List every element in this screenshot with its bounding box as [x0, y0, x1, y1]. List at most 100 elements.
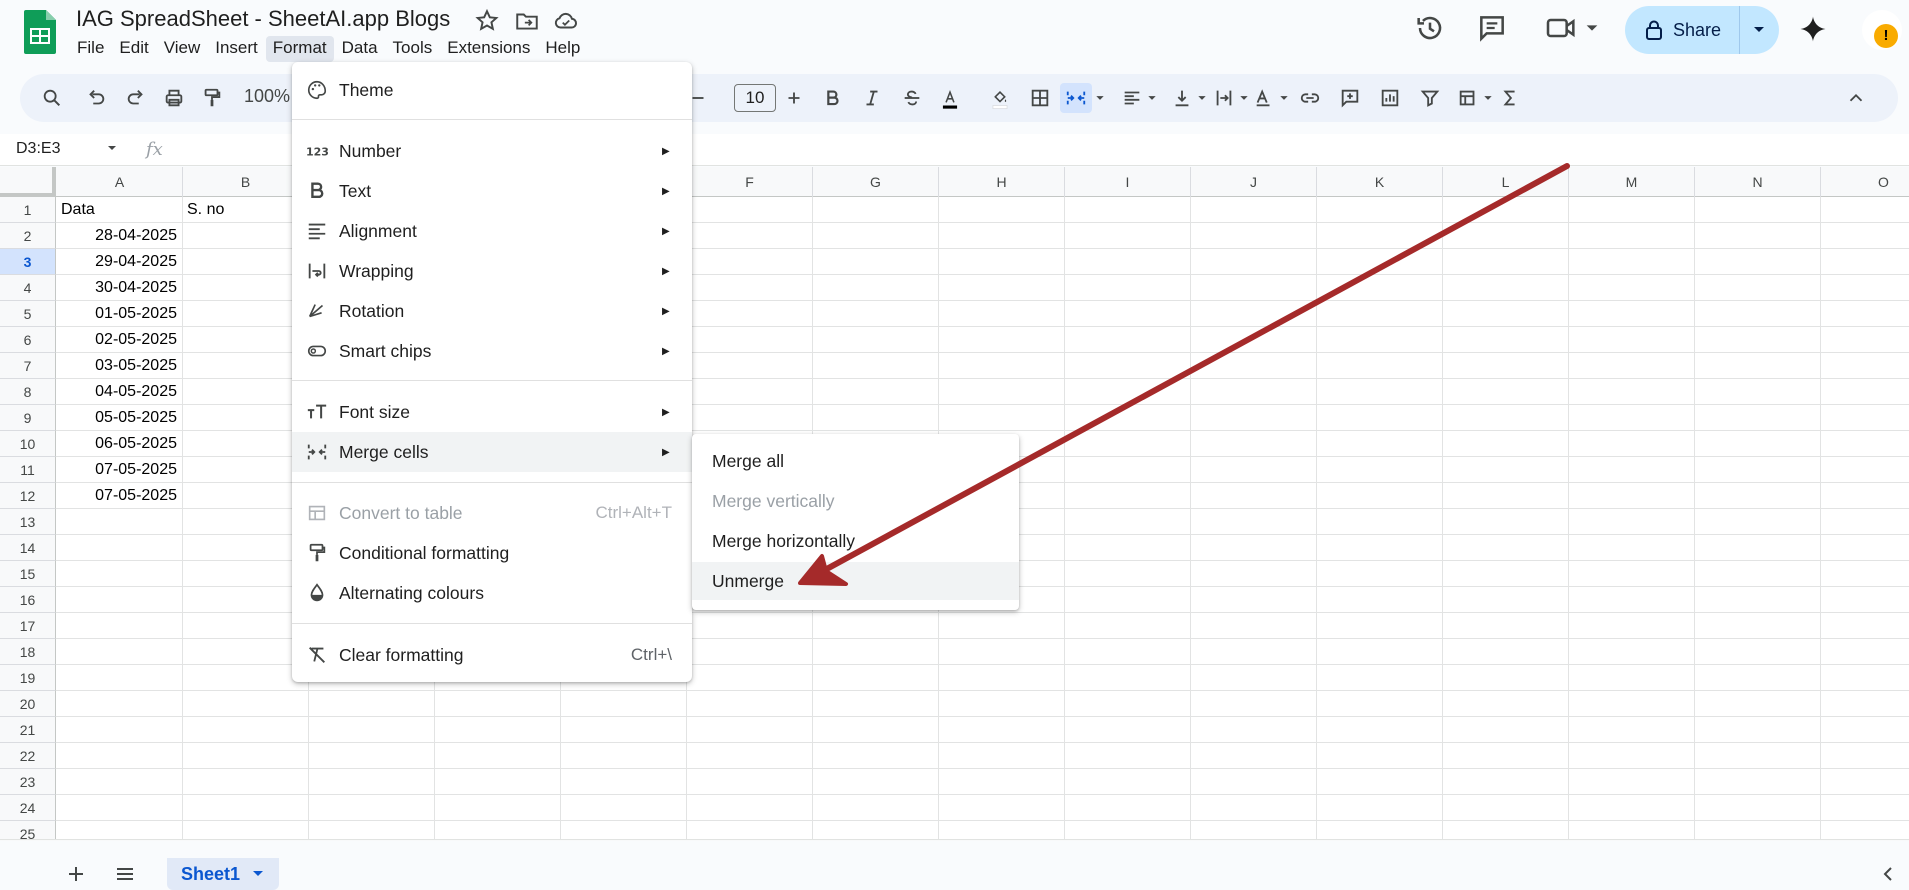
row-header-18[interactable]: 18: [0, 639, 56, 665]
column-header-l[interactable]: L: [1443, 167, 1569, 197]
row-header-9[interactable]: 9: [0, 405, 56, 431]
menu-item-theme[interactable]: Theme: [292, 70, 692, 110]
row-header-7[interactable]: 7: [0, 353, 56, 379]
menu-item-font-size[interactable]: Font size ▶: [292, 392, 692, 432]
cell-a7[interactable]: 03-05-2025: [57, 353, 177, 379]
menu-item-smart-chips[interactable]: Smart chips ▶: [292, 331, 692, 371]
cell-a9[interactable]: 05-05-2025: [57, 405, 177, 431]
submenu-item-merge-all[interactable]: Merge all: [692, 442, 1019, 480]
row-header-22[interactable]: 22: [0, 743, 56, 769]
menu-item-rotation[interactable]: Rotation ▶: [292, 291, 692, 331]
submenu-item-merge-horizontally[interactable]: Merge horizontally: [692, 522, 1019, 560]
row-header-13[interactable]: 13: [0, 509, 56, 535]
star-icon[interactable]: [474, 8, 500, 34]
rotation-dropdown-icon[interactable]: [1278, 86, 1290, 110]
cell-a6[interactable]: 02-05-2025: [57, 327, 177, 353]
cell-a5[interactable]: 01-05-2025: [57, 301, 177, 327]
strikethrough-icon[interactable]: [900, 86, 924, 110]
cell-a8[interactable]: 04-05-2025: [57, 379, 177, 405]
share-main[interactable]: Share: [1625, 6, 1740, 54]
row-header-11[interactable]: 11: [0, 457, 56, 483]
menu-insert[interactable]: Insert: [208, 36, 265, 62]
menu-file[interactable]: File: [70, 36, 111, 62]
menu-view[interactable]: View: [157, 36, 208, 62]
cell-a10[interactable]: 06-05-2025: [57, 431, 177, 457]
row-header-1[interactable]: 1: [0, 197, 56, 223]
row-header-21[interactable]: 21: [0, 717, 56, 743]
row-header-19[interactable]: 19: [0, 665, 56, 691]
meet-dropdown-icon[interactable]: [1584, 12, 1600, 44]
menu-item-clear-formatting[interactable]: Clear formatting Ctrl+\: [292, 635, 692, 675]
column-header-g[interactable]: G: [813, 167, 939, 197]
column-header-k[interactable]: K: [1317, 167, 1443, 197]
valign-dropdown-icon[interactable]: [1196, 86, 1208, 110]
undo-icon[interactable]: [84, 86, 108, 110]
print-icon[interactable]: [162, 86, 186, 110]
text-wrapping-icon[interactable]: [1212, 86, 1236, 110]
all-sheets-icon[interactable]: [113, 862, 137, 886]
functions-sigma-icon[interactable]: [1498, 86, 1522, 110]
row-header-14[interactable]: 14: [0, 535, 56, 561]
cell-a11[interactable]: 07-05-2025: [57, 457, 177, 483]
row-header-5[interactable]: 5: [0, 301, 56, 327]
sheets-logo-icon[interactable]: [24, 10, 56, 54]
search-menus-icon[interactable]: [40, 86, 64, 110]
row-header-6[interactable]: 6: [0, 327, 56, 353]
sheet-tab-sheet1[interactable]: Sheet1: [167, 858, 279, 890]
column-header-f[interactable]: F: [687, 167, 813, 197]
menu-item-text[interactable]: Text ▶: [292, 171, 692, 211]
row-header-15[interactable]: 15: [0, 561, 56, 587]
menu-item-alignment[interactable]: Alignment ▶: [292, 211, 692, 251]
vertical-align-icon[interactable]: [1170, 86, 1194, 110]
select-all-corner[interactable]: [0, 167, 56, 197]
filter-icon[interactable]: [1418, 86, 1442, 110]
wrap-dropdown-icon[interactable]: [1238, 86, 1250, 110]
cell-a4[interactable]: 30-04-2025: [57, 275, 177, 301]
menu-item-merge-cells[interactable]: Merge cells ▶: [292, 432, 692, 472]
row-header-2[interactable]: 2: [0, 223, 56, 249]
column-header-j[interactable]: J: [1191, 167, 1317, 197]
name-box-dropdown-icon[interactable]: [106, 142, 118, 154]
horizontal-scroll-track[interactable]: [0, 839, 1909, 841]
submenu-item-merge-vertically[interactable]: Merge vertically: [692, 482, 1019, 520]
row-header-3[interactable]: 3: [0, 249, 56, 275]
cell-a2[interactable]: 28-04-2025: [57, 223, 177, 249]
column-header-o[interactable]: O: [1821, 167, 1909, 197]
menu-item-conditional-formatting[interactable]: Conditional formatting: [292, 533, 692, 573]
row-header-17[interactable]: 17: [0, 613, 56, 639]
add-sheet-icon[interactable]: [64, 862, 88, 886]
filter-views-icon[interactable]: [1456, 86, 1480, 110]
redo-icon[interactable]: [124, 86, 148, 110]
row-header-8[interactable]: 8: [0, 379, 56, 405]
share-dropdown[interactable]: [1740, 26, 1778, 34]
borders-icon[interactable]: [1028, 86, 1052, 110]
column-header-h[interactable]: H: [939, 167, 1065, 197]
menu-help[interactable]: Help: [538, 36, 587, 62]
paint-format-icon[interactable]: [200, 86, 224, 110]
meet-video-icon[interactable]: [1544, 12, 1584, 44]
gemini-sparkle-icon[interactable]: [1798, 14, 1828, 44]
chevron-down-icon[interactable]: [252, 870, 264, 878]
cell-a12[interactable]: 07-05-2025: [57, 483, 177, 509]
insert-chart-icon[interactable]: [1378, 86, 1402, 110]
cell-a3[interactable]: 29-04-2025: [57, 249, 177, 275]
row-header-25[interactable]: 25: [0, 821, 56, 841]
menu-item-convert-to-table[interactable]: Convert to table Ctrl+Alt+T: [292, 493, 692, 533]
row-header-10[interactable]: 10: [0, 431, 56, 457]
menu-tools[interactable]: Tools: [386, 36, 440, 62]
submenu-item-unmerge[interactable]: Unmerge: [692, 562, 1019, 600]
cloud-saved-icon[interactable]: [553, 8, 579, 34]
menu-item-alternating-colours[interactable]: Alternating colours: [292, 573, 692, 613]
version-history-icon[interactable]: [1414, 12, 1446, 44]
insert-link-icon[interactable]: [1298, 86, 1322, 110]
row-header-24[interactable]: 24: [0, 795, 56, 821]
collapse-toolbar-icon[interactable]: [1844, 86, 1868, 110]
row-header-12[interactable]: 12: [0, 483, 56, 509]
cell-b1[interactable]: S. no: [187, 197, 305, 223]
row-header-16[interactable]: 16: [0, 587, 56, 613]
increase-font-size-icon[interactable]: [782, 86, 806, 110]
comments-icon[interactable]: [1476, 12, 1508, 44]
cell-a1[interactable]: Data: [61, 197, 179, 223]
align-dropdown-icon[interactable]: [1146, 86, 1158, 110]
column-header-a[interactable]: A: [57, 167, 183, 197]
